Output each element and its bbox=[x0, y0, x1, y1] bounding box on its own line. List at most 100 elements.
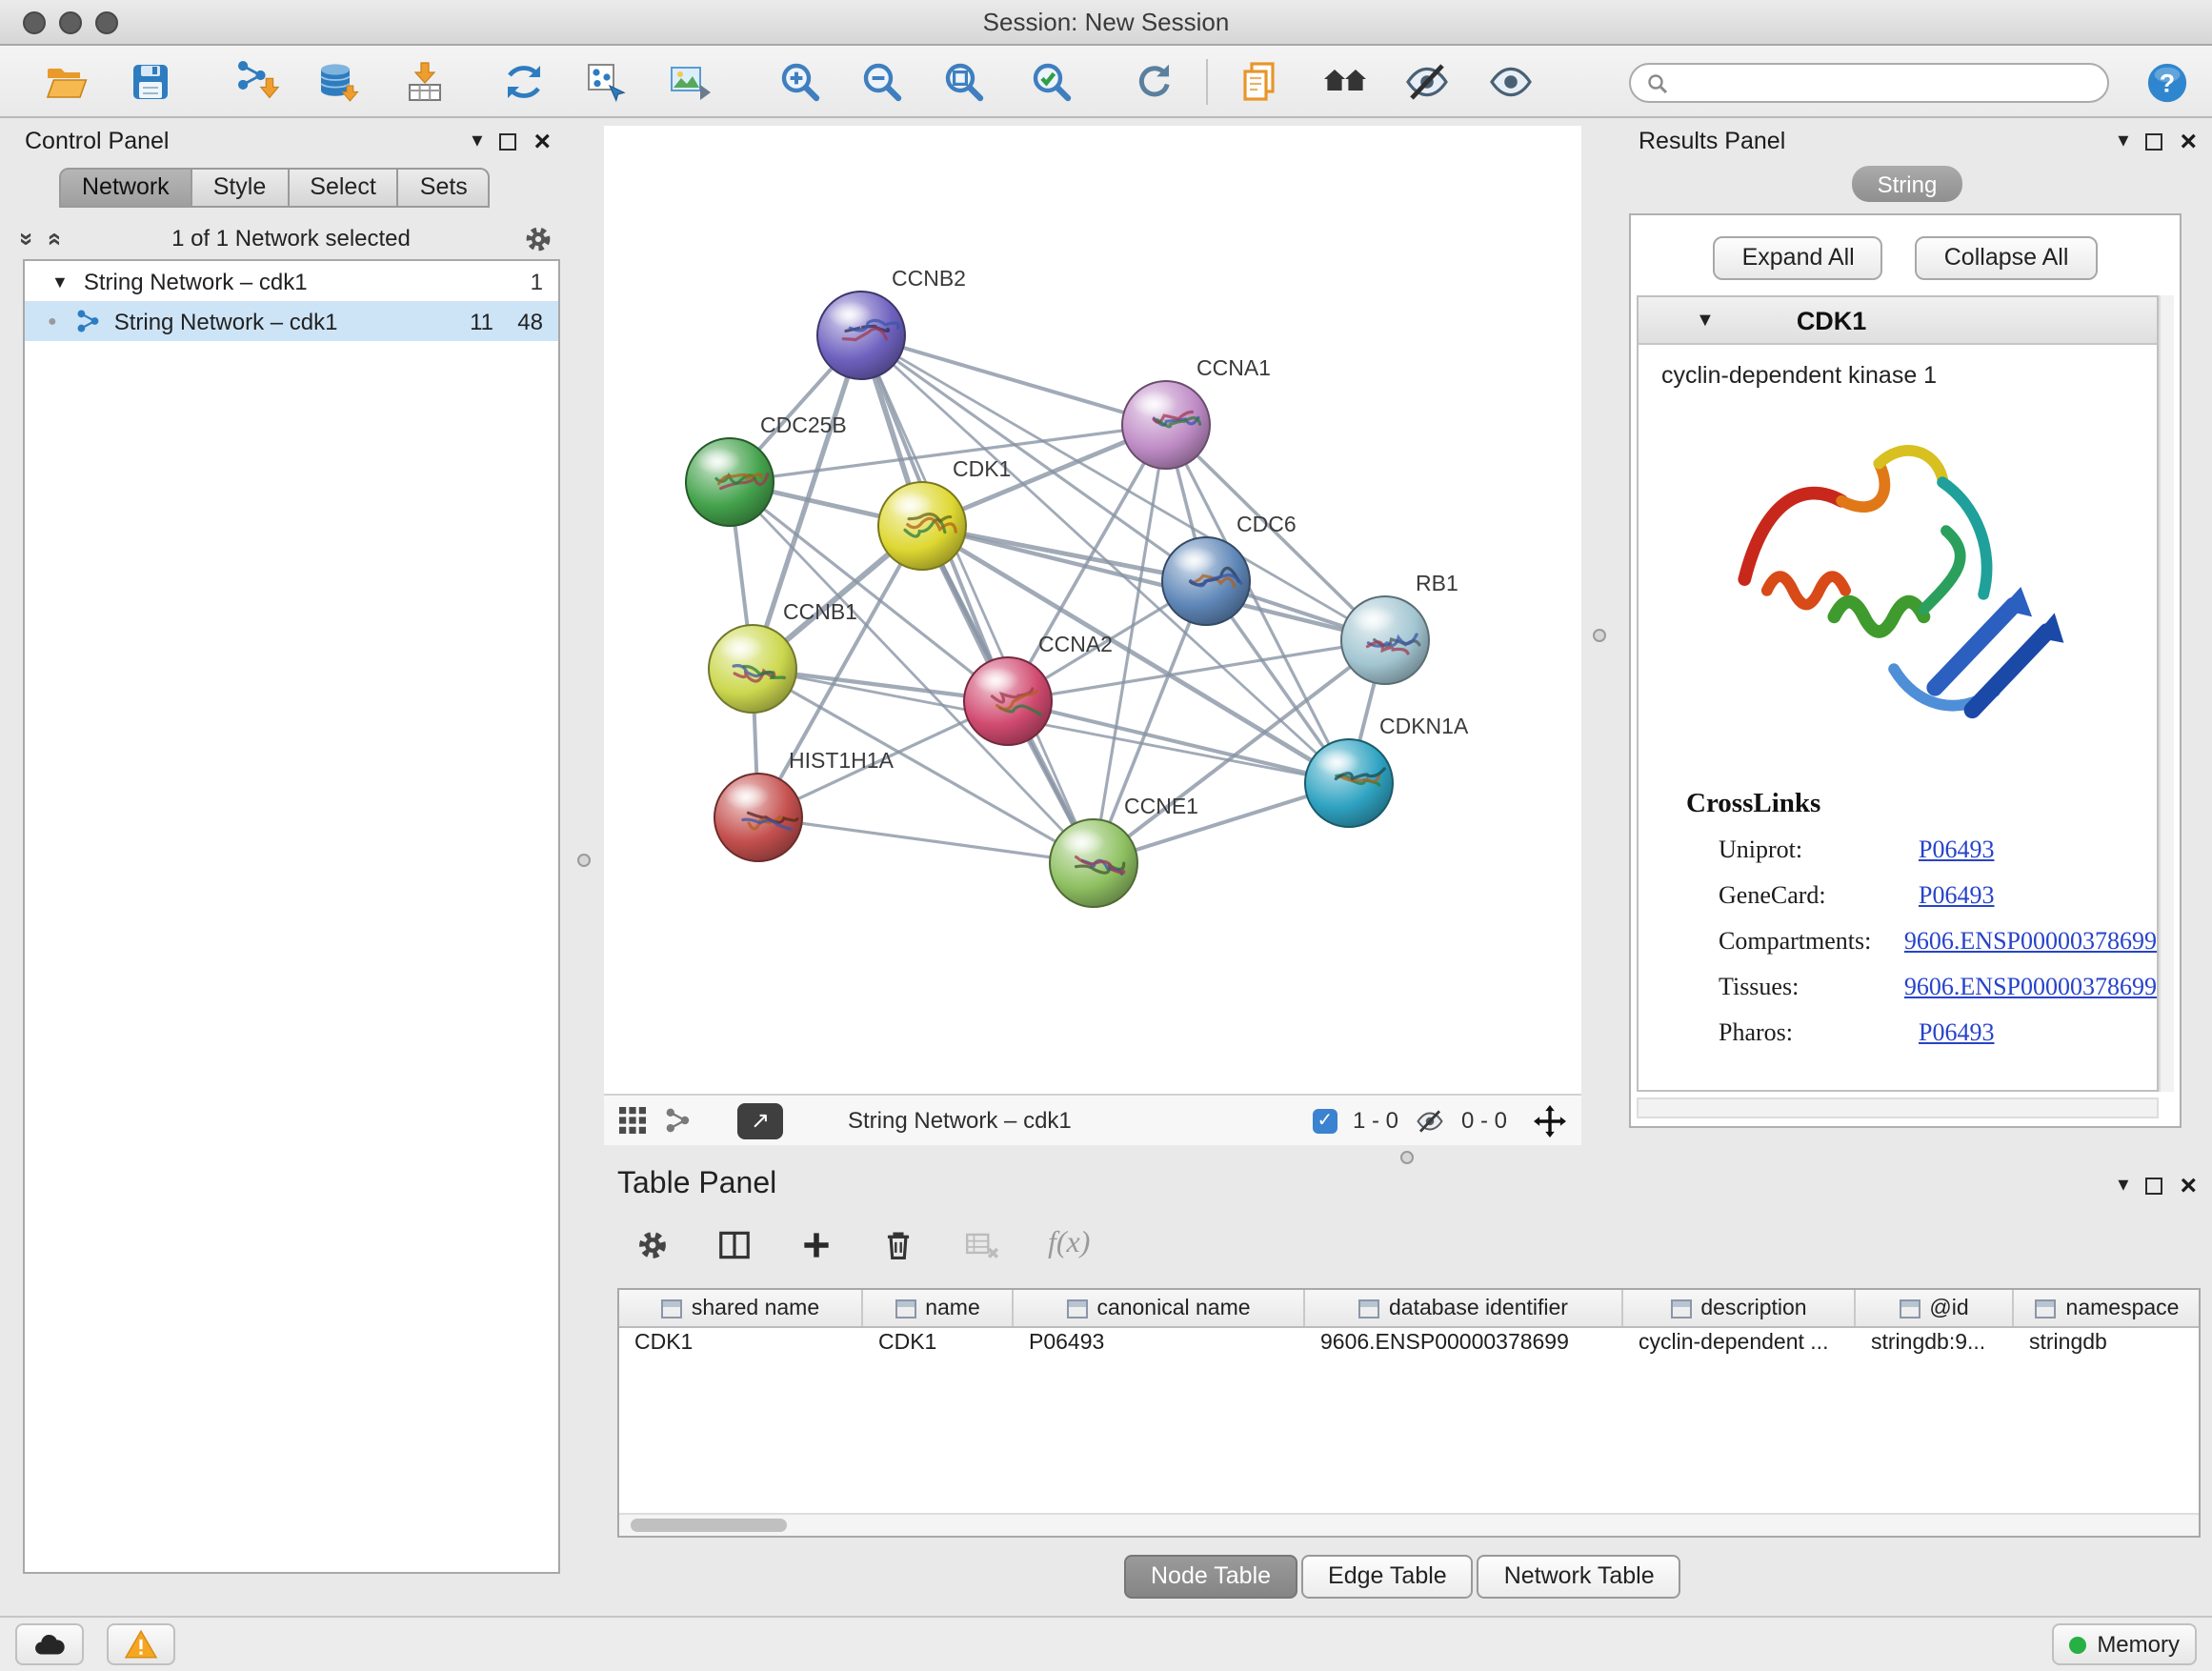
crosslink-link[interactable]: 9606.ENSP00000378699 bbox=[1904, 972, 2157, 1002]
network-node-CCNE1[interactable]: CCNE1 bbox=[1050, 794, 1198, 907]
home-button[interactable] bbox=[1320, 57, 1370, 107]
collection-count: 1 bbox=[531, 268, 543, 294]
results-horizontal-scrollbar[interactable] bbox=[1637, 1097, 2159, 1118]
network-node-CCNB1[interactable]: CCNB1 bbox=[709, 599, 857, 713]
network-row-selected[interactable]: ● String Network – cdk1 11 48 bbox=[25, 301, 558, 341]
scrollbar-thumb[interactable] bbox=[631, 1519, 787, 1532]
apply-layout-button[interactable] bbox=[1130, 57, 1179, 107]
network-node-CDC6[interactable]: CDC6 bbox=[1162, 512, 1297, 625]
tab-sets[interactable]: Sets bbox=[399, 168, 491, 208]
crosslink-link[interactable]: P06493 bbox=[1919, 880, 1994, 911]
tab-node-table[interactable]: Node Table bbox=[1124, 1555, 1297, 1599]
collapse-all-networks-button[interactable]: » bbox=[15, 232, 40, 245]
tab-style[interactable]: Style bbox=[192, 168, 290, 208]
search-icon bbox=[1646, 71, 1669, 94]
zoom-fit-button[interactable] bbox=[939, 57, 989, 107]
pan-move-icon[interactable] bbox=[1534, 1104, 1566, 1137]
zoom-selected-button[interactable] bbox=[1027, 57, 1076, 107]
bottom-splitter-handle[interactable] bbox=[1400, 1151, 1414, 1164]
protein-card-header[interactable]: ▼ CDK1 bbox=[1639, 297, 2157, 345]
column-header-namespace[interactable]: namespace bbox=[2014, 1290, 2201, 1326]
cloud-status-button[interactable] bbox=[15, 1623, 84, 1665]
expand-all-networks-button[interactable]: » bbox=[41, 232, 66, 245]
selected-checkbox-icon[interactable]: ✓ bbox=[1313, 1108, 1337, 1133]
memory-button[interactable]: Memory bbox=[2051, 1623, 2197, 1665]
network-node-RB1[interactable]: RB1 bbox=[1341, 571, 1458, 684]
panel-close-icon[interactable]: × bbox=[2180, 127, 2197, 155]
tab-network[interactable]: Network bbox=[59, 168, 192, 208]
panel-close-icon[interactable]: × bbox=[2180, 1171, 2197, 1199]
new-network-from-selection-button[interactable] bbox=[581, 57, 631, 107]
network-node-HIST1H1A[interactable]: HIST1H1A bbox=[714, 748, 895, 861]
crosslink-row: GeneCard:P06493 bbox=[1719, 880, 2157, 911]
collapse-all-button[interactable]: Collapse All bbox=[1916, 236, 2098, 280]
import-network-from-file-button[interactable] bbox=[234, 57, 284, 107]
panel-menu-icon[interactable]: ▾ bbox=[2118, 1175, 2128, 1196]
tab-string[interactable]: String bbox=[1852, 166, 1962, 202]
import-table-from-file-button[interactable] bbox=[400, 57, 450, 107]
delete-column-icon[interactable] bbox=[880, 1226, 916, 1262]
add-column-icon[interactable] bbox=[798, 1226, 835, 1262]
tab-network-table[interactable]: Network Table bbox=[1478, 1555, 1681, 1599]
panel-close-icon[interactable]: × bbox=[533, 127, 551, 155]
column-header-shared-name[interactable]: shared name bbox=[619, 1290, 863, 1326]
collection-disclosure-icon[interactable]: ▼ bbox=[51, 272, 69, 291]
network-collection-row[interactable]: ▼ String Network – cdk1 1 bbox=[25, 261, 558, 301]
search-input[interactable] bbox=[1679, 70, 2092, 96]
collection-label: String Network – cdk1 bbox=[84, 268, 308, 294]
network-node-CCNB2[interactable]: CCNB2 bbox=[817, 266, 966, 379]
annotations-button[interactable] bbox=[1235, 57, 1284, 107]
hidden-eye-slash-icon[interactable] bbox=[1414, 1106, 1446, 1135]
column-header-database-identifier[interactable]: database identifier bbox=[1305, 1290, 1623, 1326]
network-merge-button[interactable] bbox=[499, 57, 549, 107]
warnings-button[interactable] bbox=[107, 1623, 175, 1665]
panel-float-icon[interactable] bbox=[2145, 132, 2162, 150]
expand-all-button[interactable]: Expand All bbox=[1714, 236, 1883, 280]
column-header--id[interactable]: @id bbox=[1856, 1290, 2014, 1326]
column-header-description[interactable]: description bbox=[1623, 1290, 1856, 1326]
crosslink-link[interactable]: P06493 bbox=[1919, 835, 1994, 865]
panel-float-icon[interactable] bbox=[499, 132, 516, 150]
string-style-icon[interactable] bbox=[665, 1107, 692, 1134]
network-options-gear-icon[interactable] bbox=[522, 222, 554, 254]
zoom-in-button[interactable] bbox=[775, 57, 825, 107]
crosslink-link[interactable]: P06493 bbox=[1919, 1017, 1994, 1048]
tab-edge-table[interactable]: Edge Table bbox=[1301, 1555, 1474, 1599]
protein-disclosure-icon[interactable]: ▼ bbox=[1696, 310, 1715, 331]
panel-menu-icon[interactable]: ▾ bbox=[472, 131, 482, 151]
panel-float-icon[interactable] bbox=[2145, 1177, 2162, 1194]
import-network-from-database-button[interactable] bbox=[312, 57, 362, 107]
right-splitter-handle[interactable] bbox=[1593, 629, 1606, 642]
network-graph[interactable]: CCNB2CCNA1CDC25BCDK1CDC6RB1CCNB1CCNA2CDK… bbox=[604, 126, 1581, 1094]
birds-eye-grid-icon[interactable] bbox=[619, 1107, 646, 1134]
network-node-CDKN1A[interactable]: CDKN1A bbox=[1305, 714, 1469, 827]
open-session-button[interactable] bbox=[42, 57, 91, 107]
save-session-button[interactable] bbox=[126, 57, 175, 107]
open-in-string-button[interactable]: ↗ bbox=[737, 1102, 783, 1138]
crosslink-link[interactable]: 9606.ENSP00000378699 bbox=[1904, 926, 2157, 956]
table-options-gear-icon[interactable] bbox=[634, 1226, 671, 1262]
column-header-name[interactable]: name bbox=[863, 1290, 1014, 1326]
column-header-canonical-name[interactable]: canonical name bbox=[1014, 1290, 1305, 1326]
string-results-box: Expand All Collapse All ▼ CDK1 cyclin-de… bbox=[1629, 213, 2182, 1128]
warning-icon bbox=[124, 1629, 158, 1660]
zoom-out-button[interactable] bbox=[857, 57, 907, 107]
tab-select[interactable]: Select bbox=[289, 168, 399, 208]
search-input-container bbox=[1629, 63, 2109, 103]
network-node-CCNA1[interactable]: CCNA1 bbox=[1122, 355, 1271, 469]
table-horizontal-scrollbar[interactable] bbox=[619, 1513, 2199, 1536]
show-columns-icon[interactable] bbox=[716, 1226, 753, 1262]
show-selected-button[interactable] bbox=[1486, 57, 1536, 107]
network-node-CDK1[interactable]: CDK1 bbox=[878, 456, 1011, 570]
network-view-canvas[interactable]: CCNB2CCNA1CDC25BCDK1CDC6RB1CCNB1CCNA2CDK… bbox=[604, 126, 1581, 1094]
panel-menu-icon[interactable]: ▾ bbox=[2118, 131, 2128, 151]
node-label-CCNB2: CCNB2 bbox=[892, 266, 966, 291]
export-image-button[interactable] bbox=[665, 57, 714, 107]
left-splitter-handle[interactable] bbox=[577, 854, 591, 867]
help-button[interactable]: ? bbox=[2143, 59, 2189, 105]
hidden-count: 0 - 0 bbox=[1461, 1107, 1507, 1134]
table-row[interactable]: CDK1CDK1P064939606.ENSP00000378699cyclin… bbox=[619, 1328, 2199, 1362]
open-folder-icon bbox=[44, 59, 90, 105]
hide-selected-button[interactable] bbox=[1402, 57, 1452, 107]
results-vertical-scrollbar[interactable] bbox=[2159, 295, 2174, 1092]
